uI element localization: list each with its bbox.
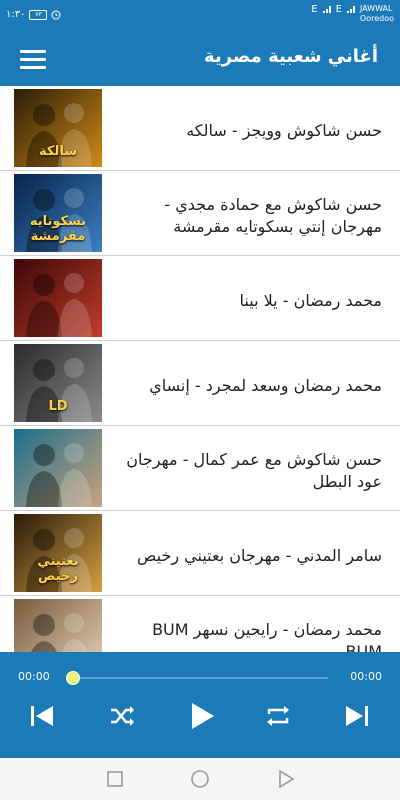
carrier-bottom: Ooredoo — [359, 14, 394, 23]
signal-icon — [322, 6, 331, 13]
thumbnail-caption: سالكة — [39, 144, 77, 159]
previous-icon[interactable] — [28, 700, 56, 732]
song-thumbnail: LD — [14, 344, 102, 422]
media-player: 00:00 00:00 — [0, 652, 400, 758]
status-bar: ١:٣٠ ٧٣ E E JAWWAL Ooredoo — [0, 0, 400, 32]
song-title: محمد رمضان - رايحين نسهر BUM BUM — [152, 620, 382, 652]
song-title: سامر المدني - مهرجان بعتيني رخيص — [137, 546, 382, 565]
song-title: محمد رمضان وسعد لمجرد - إنساي — [149, 376, 382, 395]
song-title: حسن شاكوش مع حمادة مجدي - مهرجان إنتي بس… — [164, 195, 382, 236]
battery-icon: ٧٣ — [29, 9, 48, 20]
circle-icon[interactable] — [189, 768, 211, 790]
thumbnail-caption: بسكوتايه مقرمشة — [29, 214, 87, 244]
status-left: ١:٣٠ ٧٣ — [6, 9, 61, 20]
current-time: 00:00 — [18, 670, 50, 683]
song-thumbnail: بعتيني رخيص — [14, 514, 102, 592]
list-item[interactable]: سالكة حسن شاكوش وويجز - سالكه — [0, 86, 400, 171]
list-item[interactable]: محمد رمضان - رايحين نسهر BUM BUM — [0, 596, 400, 652]
song-thumbnail — [14, 429, 102, 507]
seek-bar[interactable] — [72, 677, 328, 679]
thumbnail-caption: LD — [48, 399, 68, 414]
song-title: حسن شاكوش وويجز - سالكه — [186, 121, 382, 140]
list-item[interactable]: بسكوتايه مقرمشة حسن شاكوش مع حمادة مجدي -… — [0, 171, 400, 256]
list-item[interactable]: LD محمد رمضان وسعد لمجرد - إنساي — [0, 341, 400, 426]
app-bar: أغاني شعبية مصرية — [0, 32, 400, 86]
list-item[interactable]: محمد رمضان - يلا بينا — [0, 256, 400, 341]
song-thumbnail — [14, 599, 102, 652]
signal-tag-1: E — [311, 4, 318, 15]
song-list[interactable]: سالكة حسن شاكوش وويجز - سالكه بسكوتايه مقر… — [0, 86, 400, 652]
repeat-icon[interactable] — [264, 700, 292, 732]
square-icon[interactable] — [104, 768, 126, 790]
status-time: ١:٣٠ — [6, 9, 26, 20]
next-icon[interactable] — [343, 700, 371, 732]
song-thumbnail: بسكوتايه مقرمشة — [14, 174, 102, 252]
seek-knob[interactable] — [66, 671, 80, 685]
song-title: حسن شاكوش مع عمر كمال - مهرجان عود البطل — [126, 450, 382, 491]
signal-icon — [346, 6, 355, 13]
carrier-top: JAWWAL — [359, 4, 393, 13]
page-title: أغاني شعبية مصرية — [204, 46, 378, 67]
song-thumbnail: سالكة — [14, 89, 102, 167]
play-icon[interactable] — [188, 700, 216, 732]
song-title: محمد رمضان - يلا بينا — [239, 291, 382, 310]
song-thumbnail — [14, 259, 102, 337]
carrier-names: JAWWAL Ooredoo — [360, 4, 394, 24]
signal-tag-2: E — [335, 4, 342, 15]
status-right: E E JAWWAL Ooredoo — [311, 4, 394, 24]
list-item[interactable]: بعتيني رخيص سامر المدني - مهرجان بعتيني ر… — [0, 511, 400, 596]
thumbnail-caption: بعتيني رخيص — [37, 554, 79, 584]
triangle-back-icon[interactable] — [274, 768, 296, 790]
total-time: 00:00 — [350, 670, 382, 683]
alarm-icon — [51, 10, 61, 19]
system-nav-bar — [0, 758, 400, 800]
hamburger-menu-icon[interactable] — [20, 50, 46, 70]
shuffle-icon[interactable] — [108, 700, 136, 732]
list-item[interactable]: حسن شاكوش مع عمر كمال - مهرجان عود البطل — [0, 426, 400, 511]
